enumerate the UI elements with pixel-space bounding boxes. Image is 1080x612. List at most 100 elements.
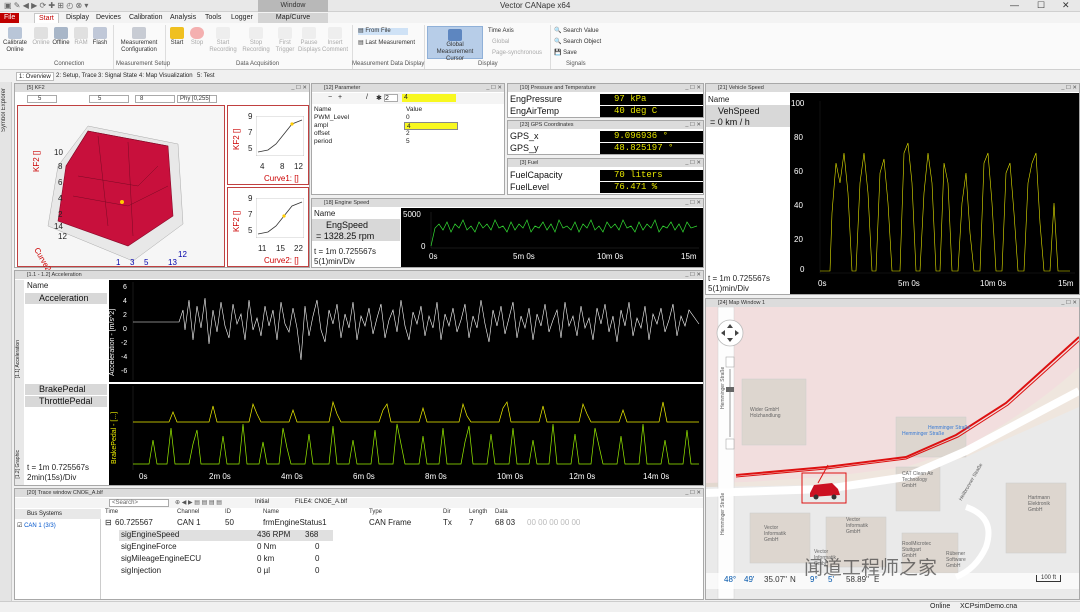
first-trigger-button[interactable]: First Trigger: [274, 27, 296, 54]
table-row[interactable]: offset 2: [312, 130, 504, 138]
trace-title: [20] Trace window CNOE_A.blf _ ☐ ✕: [15, 489, 703, 497]
minus-icon[interactable]: −: [328, 94, 332, 101]
kf2-x3-input[interactable]: 8: [135, 95, 175, 103]
minimize-icon[interactable]: —: [1010, 0, 1019, 10]
trace-search-input[interactable]: <Search>: [109, 499, 169, 507]
step-input[interactable]: 2: [384, 94, 398, 102]
acceleration-signal-entry[interactable]: Acceleration: [25, 293, 107, 304]
file-dropdown[interactable]: FILE4: CNOE_A.blf: [295, 499, 347, 505]
curve1-plot[interactable]: 9 7 5 4 8 12 Curve1: [] KF2 []: [227, 105, 309, 185]
acceleration-plot[interactable]: 6 4 2 0 -2 -4 -6 Acceleration - [m/s^2]: [109, 280, 703, 382]
search-object-button[interactable]: 🔍 Search Object: [554, 39, 601, 46]
global-option[interactable]: Global: [492, 39, 509, 46]
ram-button[interactable]: RAM: [73, 27, 89, 47]
doc-tab-setup-trace[interactable]: 2: Setup, Trace: [54, 72, 99, 81]
veh-y-tick: 100: [791, 99, 805, 108]
table-row[interactable]: period 5: [312, 138, 504, 146]
engine-speed-window[interactable]: [18] Engine Speed _ ☐ ✕ Name EngSpeed = 1…: [311, 198, 704, 268]
parameter-toolbar[interactable]: − + / ✱ 2 4: [312, 93, 504, 104]
trace-toolbar[interactable]: <Search> ⊕ ◀ ▶ ▤ ▤ ▤ ▤ Initial FILE4: CN…: [15, 498, 703, 508]
doc-tab-map-visualization[interactable]: 4: Map Visualization: [137, 72, 195, 81]
close-icon[interactable]: ✕: [1062, 0, 1070, 11]
trace-signal-row[interactable]: sigMileageEngineECU 0 km 0: [119, 554, 333, 565]
table-row[interactable]: PWM_Level 0: [312, 114, 504, 122]
curve1-x-tick: 4: [260, 162, 265, 171]
search-value-button[interactable]: 🔍 Search Value: [554, 28, 599, 35]
brake-pedal-signal-entry[interactable]: BrakePedal: [25, 384, 107, 395]
kf2-phy-input[interactable]: Phy [0,255]: [177, 95, 217, 103]
start-button[interactable]: Start: [168, 27, 186, 47]
kf2-toolbar[interactable]: 5 5 8 Phy [0,255]: [17, 94, 309, 104]
eng-signal-entry[interactable]: EngSpeed = 1328.25 rpm: [312, 219, 400, 241]
tab-calibration[interactable]: Calibration: [125, 13, 166, 23]
throttle-pedal-signal-entry[interactable]: ThrottlePedal: [25, 396, 107, 407]
map-window[interactable]: [24] Map Window 1 _ ☐ ✕ Hemminger Straße …: [705, 298, 1080, 600]
gps-window[interactable]: [23] GPS Coordinates _ ☐ ✕ GPS_x 9.096936…: [507, 120, 704, 155]
tab-map-curve[interactable]: Map/Curve: [258, 13, 328, 23]
multiply-icon[interactable]: ✱: [376, 94, 382, 102]
calibrate-online-button[interactable]: Calibrate Online: [2, 27, 28, 54]
tab-analysis[interactable]: Analysis: [166, 13, 200, 23]
measurement-configuration-button[interactable]: Measurement Configuration: [116, 27, 162, 54]
param-value-input[interactable]: 4: [402, 94, 456, 102]
kf2-3d-plot[interactable]: KF2 [] Curve2: [] 10 8 6 4 2 14 12 12 13…: [17, 105, 225, 281]
tab-devices[interactable]: Devices: [92, 13, 125, 23]
fuel-window[interactable]: [3] Fuel _ ☐ ✕ FuelCapacity 70 liters Fue…: [507, 158, 704, 195]
page-synchronous-option[interactable]: Page-synchronous: [492, 50, 542, 57]
initial-dropdown[interactable]: Initial: [255, 499, 269, 505]
eng-speed-plot[interactable]: 5000 0 0s 5m 0s 10m 0s 15m: [401, 208, 703, 267]
pedal-plot[interactable]: BrakePedal - [...] 0s 2m 0s 4m 0s 6m 0s …: [109, 384, 703, 485]
last-measurement-button[interactable]: ▤ Last Measurement: [358, 40, 422, 47]
pressure-temperature-window[interactable]: [10] Pressure and Temperature _ ☐ ✕ EngPr…: [507, 83, 704, 118]
flash-button[interactable]: Flash: [91, 27, 109, 47]
start-recording-button[interactable]: Start Recording: [208, 27, 238, 54]
offline-button[interactable]: Offline: [52, 27, 70, 47]
kf2-z-tick: 8: [58, 162, 63, 171]
trace-message-row[interactable]: ⊟ 60.725567 CAN 1 50 frmEngineStatus1 CA…: [103, 518, 703, 529]
kf2-x2-input[interactable]: 5: [89, 95, 129, 103]
plus-icon[interactable]: +: [338, 94, 342, 101]
veh-speed-plot[interactable]: 100 80 60 40 20 0 0s 5m 0s 10m 0s 15m: [790, 93, 1079, 294]
trace-window[interactable]: [20] Trace window CNOE_A.blf _ ☐ ✕ <Searc…: [14, 488, 704, 600]
table-header: Name Value: [314, 106, 423, 113]
vehicle-speed-window[interactable]: [21] Vehicle Speed _ ☐ ✕ Name VehSpeed = …: [705, 83, 1080, 295]
quick-access-icons[interactable]: ▣ ✎ ◀ ▶ ⟳ ✚ ⊞ ◴ ⊗ ▾: [4, 1, 88, 10]
doc-tab-overview[interactable]: 1: Overview: [16, 72, 54, 81]
table-row[interactable]: ampl 4: [312, 122, 504, 130]
symbol-explorer-panel[interactable]: Symbol Explorer: [0, 82, 12, 602]
divide-icon[interactable]: /: [366, 94, 368, 101]
pause-displays-button[interactable]: Pause Displays: [298, 27, 321, 54]
online-button[interactable]: Online: [32, 27, 50, 47]
stop-recording-button[interactable]: Stop Recording: [240, 27, 272, 54]
kf2-window[interactable]: [5] KF2 _ ☐ ✕ 5 5 8 Phy [0,255] KF2 [] Cu…: [14, 83, 310, 281]
maximize-icon[interactable]: ☐: [1037, 0, 1045, 11]
save-button[interactable]: 💾 Save: [554, 50, 577, 57]
eng-speed-svg: [430, 212, 699, 249]
tab-start[interactable]: Start: [34, 13, 59, 23]
kf2-x-tick: 3: [130, 258, 135, 267]
stop-button[interactable]: Stop: [188, 27, 206, 47]
curve2-x-tick: 15: [276, 244, 285, 253]
trace-toolbar-icons[interactable]: ⊕ ◀ ▶ ▤ ▤ ▤ ▤: [175, 499, 222, 506]
curve2-plot[interactable]: 9 7 5 11 15 22 Curve2: [] KF2 []: [227, 187, 309, 267]
curve1-svg: [256, 116, 304, 156]
global-measurement-cursor-button[interactable]: Global Measurement Cursor: [427, 26, 483, 62]
tab-display[interactable]: Display: [62, 13, 93, 23]
acceleration-window[interactable]: [1.1 - 1.2] Acceleration _ ☐ ✕ [1.1] Acce…: [14, 270, 704, 486]
kf2-x1-input[interactable]: 5: [27, 95, 57, 103]
bus-can1-item[interactable]: ☑ CAN 1 (3/3): [17, 522, 56, 529]
checkbox-icon[interactable]: ☑: [17, 523, 22, 529]
doc-tab-test[interactable]: 5: Test: [195, 72, 217, 81]
trace-signal-row[interactable]: sigInjection 0 µl 0: [119, 566, 333, 577]
trace-signal-row[interactable]: sigEngineSpeed 436 RPM 368: [119, 530, 333, 541]
veh-signal-entry[interactable]: VehSpeed = 0 km / h: [706, 105, 790, 127]
tab-logger[interactable]: Logger: [227, 13, 257, 23]
acc-x-tick: 2m 0s: [209, 472, 231, 481]
tab-file[interactable]: File: [0, 13, 20, 23]
trace-signal-row[interactable]: sigEngineForce 0 Nm 0: [119, 542, 333, 553]
tab-tools[interactable]: Tools: [201, 13, 225, 23]
from-file-button[interactable]: ▤ From File: [358, 28, 408, 35]
insert-comment-button[interactable]: Insert Comment: [322, 27, 348, 54]
parameter-window[interactable]: [12] Parameter _ ☐ ✕ − + / ✱ 2 4 Name Valu…: [311, 83, 505, 195]
doc-tab-signal-state[interactable]: 3: Signal State: [96, 72, 139, 81]
